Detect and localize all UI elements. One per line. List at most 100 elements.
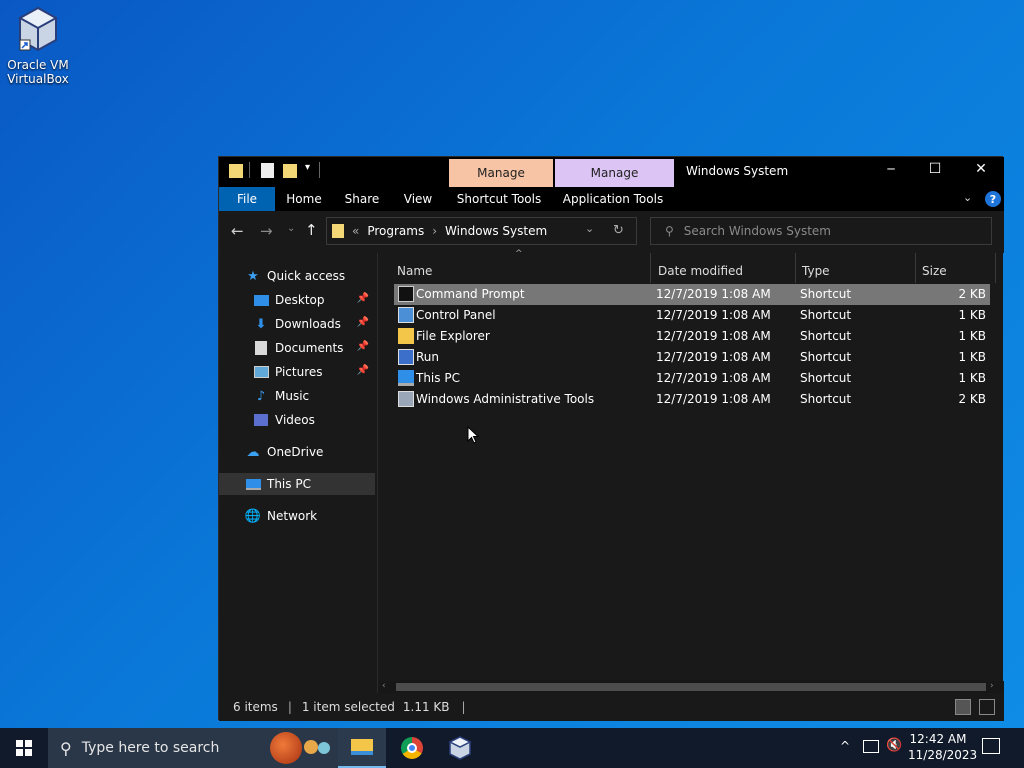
pin-icon[interactable]: 📌: [357, 293, 369, 304]
file-type: Shortcut: [800, 350, 852, 364]
nav-item-videos[interactable]: Videos: [219, 409, 375, 431]
breadcrumb-windows-system[interactable]: Windows System: [445, 224, 547, 238]
tab-file[interactable]: File: [219, 187, 275, 211]
folder-icon: [229, 164, 243, 178]
taskbar-virtualbox[interactable]: [436, 728, 484, 768]
file-row-command-prompt[interactable]: Command Prompt 12/7/2019 1:08 AM Shortcu…: [394, 284, 990, 305]
file-size: 1 KB: [958, 371, 986, 385]
tab-application-tools[interactable]: Application Tools: [555, 187, 671, 211]
file-date: 12/7/2019 1:08 AM: [656, 371, 771, 385]
scroll-right-icon[interactable]: ›: [990, 681, 994, 691]
minimize-button[interactable]: ─: [871, 162, 911, 176]
tab-home[interactable]: Home: [279, 187, 329, 211]
run-icon: [398, 349, 414, 365]
customize-toolbar-chevron-icon[interactable]: ▾: [305, 162, 310, 173]
music-note-icon: ♪: [256, 388, 266, 404]
volume-muted-icon[interactable]: 🔇: [886, 738, 902, 753]
back-arrow-icon[interactable]: ←: [231, 222, 244, 240]
file-size: 1 KB: [958, 329, 986, 343]
search-placeholder: Search Windows System: [683, 224, 831, 238]
network-icon[interactable]: [863, 740, 879, 753]
tab-view[interactable]: View: [395, 187, 441, 211]
notifications-icon[interactable]: [982, 738, 1000, 754]
pin-icon[interactable]: 📌: [357, 341, 369, 352]
forward-arrow-icon[interactable]: →: [260, 222, 273, 240]
expand-ribbon-chevron-icon[interactable]: ⌄: [963, 191, 972, 204]
mouse-cursor-icon: [467, 426, 479, 444]
pictures-icon: [253, 364, 269, 380]
help-icon[interactable]: ?: [985, 191, 1001, 207]
address-dropdown-chevron-icon[interactable]: ⌄: [585, 222, 594, 235]
nav-label: Pictures: [275, 365, 323, 379]
nav-item-music[interactable]: ♪ Music: [219, 385, 375, 407]
nav-item-documents[interactable]: Documents 📌: [219, 337, 375, 359]
pin-icon[interactable]: 📌: [357, 365, 369, 376]
nav-onedrive[interactable]: ☁ OneDrive: [219, 441, 375, 463]
file-type: Shortcut: [800, 287, 852, 301]
clock[interactable]: 12:42 AM 11/28/2023: [908, 731, 978, 763]
nav-quick-access[interactable]: ★ Quick access: [219, 265, 375, 287]
taskbar-file-explorer[interactable]: [338, 728, 386, 768]
file-date: 12/7/2019 1:08 AM: [656, 350, 771, 364]
nav-label: OneDrive: [267, 445, 324, 459]
column-size[interactable]: Size: [916, 253, 996, 283]
nav-network[interactable]: 🌐 Network: [219, 505, 375, 527]
file-row-this-pc[interactable]: This PC 12/7/2019 1:08 AM Shortcut 1 KB: [394, 368, 990, 389]
manage-shortcut-context-tab[interactable]: Manage: [449, 159, 553, 187]
search-highlight-orb-icon: [318, 742, 330, 754]
nav-label: Videos: [275, 413, 315, 427]
folder-icon: [351, 739, 373, 755]
taskbar-search-box[interactable]: ⚲ Type here to search: [48, 728, 338, 768]
scrollbar-thumb[interactable]: [396, 683, 986, 691]
file-size: 1 KB: [958, 308, 986, 322]
network-globe-icon: 🌐: [244, 508, 262, 524]
taskbar-chrome[interactable]: [388, 728, 436, 768]
new-folder-icon[interactable]: [283, 164, 297, 178]
address-bar[interactable]: « Programs › Windows System ⌄ ↻: [326, 217, 637, 245]
file-row-control-panel[interactable]: Control Panel 12/7/2019 1:08 AM Shortcut…: [394, 305, 990, 326]
column-date-modified[interactable]: Date modified: [652, 253, 796, 283]
scroll-left-icon[interactable]: ‹: [382, 681, 386, 691]
column-name[interactable]: Name: [391, 253, 651, 283]
column-type[interactable]: Type: [796, 253, 916, 283]
tab-share[interactable]: Share: [337, 187, 387, 211]
start-button[interactable]: [0, 728, 48, 768]
up-arrow-icon[interactable]: ↑: [305, 221, 318, 239]
close-button[interactable]: ✕: [961, 161, 1001, 177]
nav-item-downloads[interactable]: ⬇ Downloads 📌: [219, 313, 375, 335]
file-size: 2 KB: [958, 392, 986, 406]
desktop-icon-virtualbox[interactable]: Oracle VM VirtualBox: [6, 6, 70, 86]
large-icons-view-icon[interactable]: [979, 699, 995, 715]
computer-icon: [245, 476, 261, 492]
file-row-file-explorer[interactable]: File Explorer 12/7/2019 1:08 AM Shortcut…: [394, 326, 990, 347]
breadcrumb-overflow[interactable]: «: [352, 224, 359, 238]
breadcrumb-programs[interactable]: Programs: [367, 224, 424, 238]
breadcrumb-separator-icon: ›: [432, 224, 438, 238]
file-row-run[interactable]: Run 12/7/2019 1:08 AM Shortcut 1 KB: [394, 347, 990, 368]
virtualbox-icon: [448, 736, 472, 760]
windows-logo-icon: [16, 740, 32, 756]
tab-shortcut-tools[interactable]: Shortcut Tools: [451, 187, 547, 211]
refresh-icon[interactable]: ↻: [613, 223, 624, 238]
nav-item-pictures[interactable]: Pictures 📌: [219, 361, 375, 383]
horizontal-scrollbar[interactable]: ‹ ›: [378, 681, 1004, 693]
folder-icon: [332, 224, 344, 238]
details-view-icon[interactable]: [955, 699, 971, 715]
clock-date: 11/28/2023: [908, 748, 978, 762]
show-hidden-icons-chevron-icon[interactable]: ^: [840, 739, 850, 753]
file-name: Command Prompt: [416, 287, 525, 301]
file-name: File Explorer: [416, 329, 490, 343]
documents-icon: [253, 340, 269, 356]
file-type: Shortcut: [800, 329, 852, 343]
nav-item-desktop[interactable]: Desktop 📌: [219, 289, 375, 311]
maximize-button[interactable]: ☐: [915, 161, 955, 177]
recent-locations-chevron-icon[interactable]: ⌄: [287, 223, 295, 234]
pin-icon[interactable]: 📌: [357, 317, 369, 328]
manage-app-context-tab[interactable]: Manage: [555, 159, 674, 187]
file-explorer-window: ▾ Manage Manage Windows System ─ ☐ ✕ Fil…: [218, 156, 1004, 721]
properties-icon[interactable]: [261, 163, 274, 178]
window-title: Windows System: [686, 164, 789, 178]
file-row-windows-administrative-tools[interactable]: Windows Administrative Tools 12/7/2019 1…: [394, 389, 990, 410]
search-input[interactable]: ⚲ Search Windows System: [650, 217, 992, 245]
nav-this-pc[interactable]: This PC: [219, 473, 375, 495]
